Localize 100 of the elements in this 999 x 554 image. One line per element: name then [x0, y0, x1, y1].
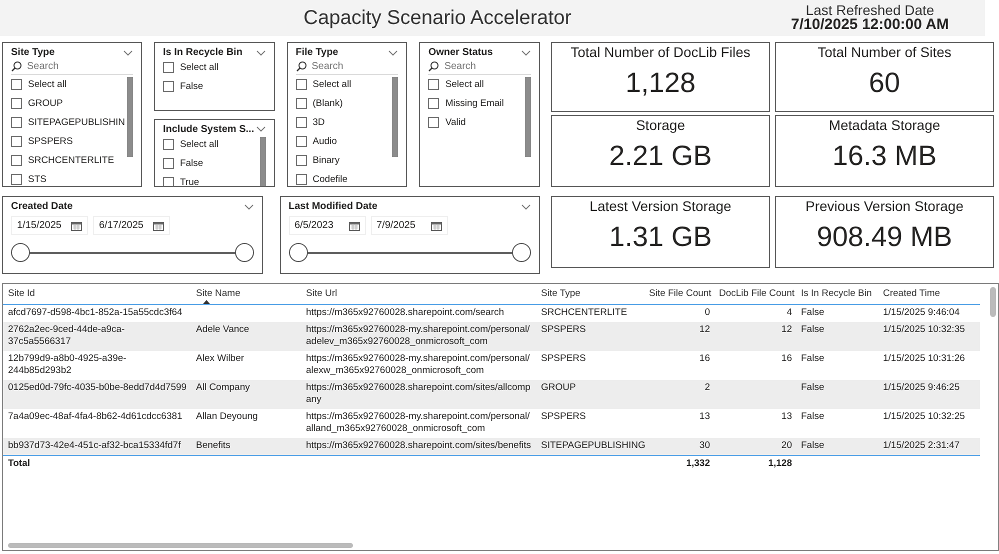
slicer-item[interactable]: Select all [445, 79, 484, 90]
column-header[interactable]: Site Url [306, 288, 338, 299]
chevron-down-icon[interactable] [256, 50, 266, 56]
end-date-field[interactable]: 6/17/2025 [93, 216, 170, 235]
checkbox[interactable] [11, 117, 22, 128]
calendar-icon[interactable] [430, 220, 442, 230]
slicer-item[interactable]: Select all [28, 79, 67, 90]
table-cell: Alex Wilber [196, 353, 244, 364]
chevron-down-icon[interactable] [388, 50, 398, 56]
calendar-icon[interactable] [348, 220, 360, 230]
table-cell: 1/15/2025 10:32:25 [883, 411, 965, 422]
chevron-down-icon[interactable] [256, 126, 266, 132]
slicer-item[interactable]: Audio [312, 136, 337, 147]
total-cell: 1,128 [768, 458, 792, 469]
slicer-item[interactable]: 3D [312, 117, 325, 128]
checkbox[interactable] [296, 155, 307, 166]
slider-thumb[interactable] [288, 243, 308, 262]
chevron-down-icon[interactable] [520, 50, 531, 56]
scrollbar[interactable] [392, 77, 398, 157]
checkbox[interactable] [162, 176, 174, 186]
slicer-item[interactable]: SPSPERS [28, 136, 73, 147]
slicer-item[interactable]: GROUP [28, 98, 63, 109]
checkbox[interactable] [428, 117, 440, 128]
chevron-down-icon[interactable] [521, 204, 531, 210]
checkbox[interactable] [11, 155, 22, 166]
checkbox[interactable] [162, 158, 174, 168]
refresh-label: Last Refreshed Date [806, 2, 934, 18]
kpi-label: Metadata Storage [828, 117, 940, 133]
table-cell: 13 [781, 411, 792, 422]
start-date-field[interactable]: 1/15/2025 [11, 216, 88, 235]
table-cell: https://m365x92760028.sharepoint.com/sites/benefits [306, 440, 531, 451]
calendar-icon[interactable] [71, 220, 82, 230]
column-header[interactable]: DocLib File Count [719, 288, 795, 299]
checkbox[interactable] [428, 98, 440, 109]
slider-thumb[interactable] [512, 243, 531, 262]
slicer-item[interactable]: Valid [445, 117, 466, 128]
chevron-down-icon[interactable] [244, 204, 254, 210]
slicer-title: Is In Recycle Bin [162, 47, 242, 58]
checkbox[interactable] [296, 174, 307, 185]
kpi-label: Storage [636, 117, 686, 133]
checkbox[interactable] [428, 79, 440, 90]
table-cell: Benefits [196, 440, 230, 451]
search-field[interactable]: Search [444, 61, 524, 72]
checkbox[interactable] [11, 136, 22, 147]
slicer-item[interactable]: False [180, 81, 204, 92]
checkbox[interactable] [11, 174, 22, 185]
checkbox[interactable] [296, 117, 307, 128]
checkbox[interactable] [11, 98, 22, 109]
slicer-item[interactable]: Missing Email [445, 98, 504, 109]
slicer-item[interactable]: False [180, 158, 204, 168]
table-cell: SPSPERS [541, 324, 586, 335]
column-header[interactable]: Site Name [196, 288, 240, 299]
checkbox[interactable] [162, 138, 174, 150]
column-header[interactable]: Site Type [541, 288, 580, 299]
table-cell: 12 [699, 324, 710, 335]
slicer-item[interactable]: Codefile [312, 174, 348, 185]
table-cell: https://m365x92760028-my.sharepoint.com/personal/alexw_m365x92760028_onmicrosoft_com [306, 353, 530, 376]
start-date-field[interactable]: 6/5/2023 [288, 216, 366, 235]
slicer-item[interactable]: True [180, 176, 200, 186]
slider-thumb[interactable] [234, 243, 254, 262]
table-cell: 1/15/2025 9:46:25 [883, 382, 960, 393]
vertical-scrollbar[interactable] [990, 287, 996, 317]
search-icon [296, 61, 307, 72]
table-cell: False [801, 440, 824, 451]
slicer-item[interactable]: STS [28, 174, 46, 185]
slicer-item[interactable]: Binary [312, 155, 340, 166]
checkbox[interactable] [11, 79, 22, 90]
table-cell: Allan Deyoung [196, 411, 258, 422]
checkbox[interactable] [296, 136, 307, 147]
calendar-icon[interactable] [153, 220, 164, 230]
slicer-title: Owner Status [428, 47, 493, 58]
checkbox[interactable] [162, 81, 174, 92]
slicer-item[interactable]: Select all [180, 62, 219, 73]
column-header[interactable]: Is In Recycle Bin [801, 288, 872, 299]
table-cell: Adele Vance [196, 324, 250, 335]
search-field[interactable]: Search [27, 61, 107, 72]
table-cell: 4 [786, 307, 792, 318]
table-cell: False [801, 353, 824, 364]
scrollbar[interactable] [126, 77, 133, 157]
slider-thumb[interactable] [11, 243, 30, 262]
checkbox[interactable] [162, 62, 174, 73]
table-cell: 16 [781, 353, 792, 364]
scrollbar[interactable] [524, 77, 531, 157]
slicer-item[interactable]: (Blank) [312, 98, 343, 109]
chevron-down-icon[interactable] [122, 50, 133, 56]
table-cell: 1/15/2025 10:31:26 [883, 353, 965, 364]
column-header[interactable]: Site Id [8, 288, 35, 299]
search-field[interactable]: Search [312, 61, 392, 72]
checkbox[interactable] [296, 79, 307, 90]
column-header[interactable]: Created Time [883, 288, 940, 299]
slicer-item[interactable]: SITEPAGEPUBLISHIN [28, 117, 125, 128]
slicer-item[interactable]: Select all [312, 79, 352, 90]
slicer-item[interactable]: Select all [180, 138, 219, 150]
horizontal-scrollbar[interactable] [8, 543, 353, 548]
kpi-value: 1.31 GB [609, 221, 712, 253]
slicer-item[interactable]: SRCHCENTERLITE [28, 155, 114, 166]
table-cell: GROUP [541, 382, 576, 393]
end-date-field[interactable]: 7/9/2025 [370, 216, 448, 235]
checkbox[interactable] [296, 98, 307, 109]
column-header[interactable]: Site File Count [649, 288, 712, 299]
